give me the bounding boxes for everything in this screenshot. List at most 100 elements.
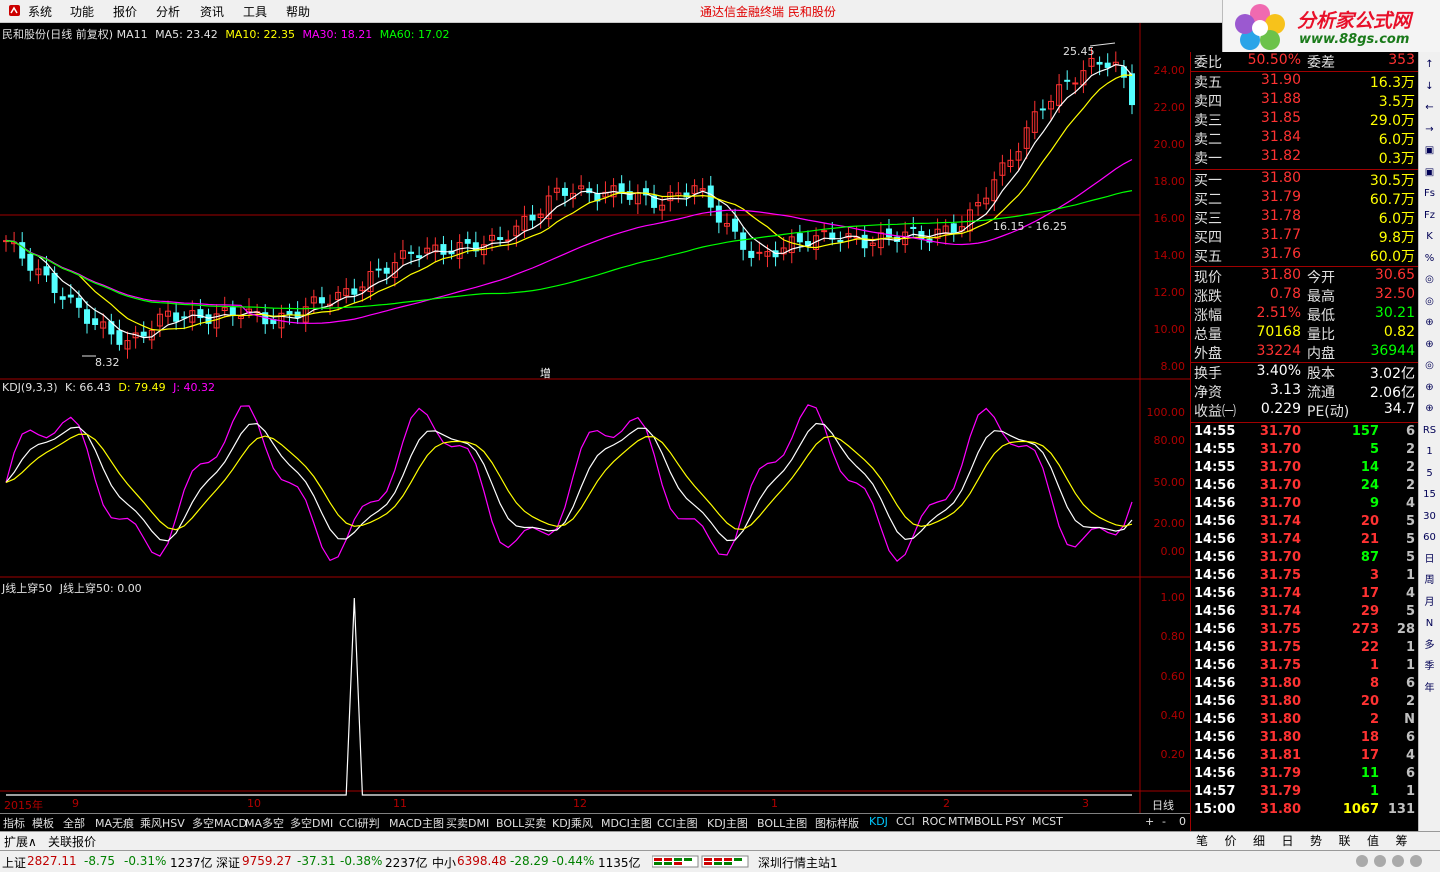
toolbar-button[interactable]: N bbox=[1421, 615, 1438, 632]
indicator-tab[interactable]: CCI主图 bbox=[657, 815, 698, 831]
toolbar-button[interactable]: 日 bbox=[1421, 551, 1438, 568]
status-bar: 上证 2827.11 -8.75 -0.31% 1237亿 深证 9759.27… bbox=[0, 850, 1440, 872]
toolbar-button[interactable]: Fs bbox=[1421, 185, 1438, 202]
indicator-tab[interactable]: BOLL主图 bbox=[757, 815, 807, 831]
candle-body bbox=[1129, 73, 1135, 106]
indicator-tab[interactable]: MA无痕 bbox=[95, 815, 134, 831]
quote-tabs: 笔价细日势联值筹 bbox=[1190, 831, 1420, 849]
tick-time: 14:56 bbox=[1194, 568, 1236, 583]
toolbar-button[interactable]: 周 bbox=[1421, 572, 1438, 589]
toolbar-button[interactable]: 15 bbox=[1421, 486, 1438, 503]
menu-system[interactable]: 系统 bbox=[28, 3, 52, 20]
indicator-tab[interactable]: 指标 bbox=[3, 815, 25, 831]
buy-row: 买一 31.80 30.5万 bbox=[1191, 170, 1419, 189]
toolbar-button[interactable]: 1 bbox=[1421, 443, 1438, 460]
indicator-tab[interactable]: KDJ主图 bbox=[707, 815, 748, 831]
toolbar-button[interactable]: ← bbox=[1421, 99, 1438, 116]
tick-price: 31.80 bbox=[1259, 730, 1301, 745]
toolbar-button[interactable]: ↓ bbox=[1421, 78, 1438, 95]
indicator-tab[interactable]: MDCI主图 bbox=[601, 815, 652, 831]
indicator-tab[interactable]: MACD主图 bbox=[389, 815, 444, 831]
menu-help[interactable]: 帮助 bbox=[286, 3, 310, 20]
indicator-tab[interactable]: PSY bbox=[1005, 815, 1025, 828]
menu-info[interactable]: 资讯 bbox=[200, 3, 224, 20]
tab-control-button[interactable]: + bbox=[1145, 815, 1154, 828]
toolbar-button[interactable]: 多 bbox=[1421, 637, 1438, 654]
toolbar-button[interactable]: ◎ bbox=[1421, 357, 1438, 374]
toolbar-button[interactable]: Fz bbox=[1421, 207, 1438, 224]
indicator-tab[interactable]: CCI bbox=[896, 815, 915, 828]
quote-tab[interactable]: 筹 bbox=[1396, 832, 1408, 849]
indicator-tab[interactable]: 模板 bbox=[32, 815, 54, 831]
indicator-tab[interactable]: BOLL bbox=[974, 815, 1002, 828]
quote-tab[interactable]: 联 bbox=[1339, 832, 1351, 849]
toolbar-button[interactable]: 30 bbox=[1421, 508, 1438, 525]
toolbar-button[interactable]: ▣ bbox=[1421, 142, 1438, 159]
toolbar-button[interactable]: K bbox=[1421, 228, 1438, 245]
indicator-tab[interactable]: BOLL买卖 bbox=[496, 815, 546, 831]
indicator-tab[interactable]: ROC bbox=[922, 815, 946, 828]
x-axis-label: 2 bbox=[943, 797, 950, 810]
quote-tab[interactable]: 势 bbox=[1310, 832, 1322, 849]
toolbar-button[interactable]: 季 bbox=[1421, 658, 1438, 675]
indicator-tab[interactable]: KDJ乘风 bbox=[552, 815, 593, 831]
period-label[interactable]: 日线 bbox=[1152, 797, 1174, 813]
indicator-tab[interactable]: 全部 bbox=[63, 815, 85, 831]
toolbar-button[interactable]: ◎ bbox=[1421, 271, 1438, 288]
indicator-tab[interactable]: 图标样版 bbox=[815, 815, 859, 831]
toolbar-button[interactable]: RS bbox=[1421, 422, 1438, 439]
tick-row: 14:56 31.79 11 6 bbox=[1191, 766, 1419, 784]
toolbar-button[interactable]: 5 bbox=[1421, 465, 1438, 482]
candle-body bbox=[286, 311, 293, 315]
toolbar-button[interactable]: 月 bbox=[1421, 594, 1438, 611]
indicator-tab[interactable]: 买卖DMI bbox=[446, 815, 489, 831]
menu-analysis[interactable]: 分析 bbox=[156, 3, 180, 20]
tick-volume: 20 bbox=[1360, 514, 1379, 529]
main-chart-legend: 民和股份(日线 前复权) MA11 MA5: 23.42 MA10: 22.35… bbox=[2, 26, 449, 42]
tab-control-button[interactable]: - bbox=[1162, 815, 1166, 828]
toolbar-button[interactable]: ▣ bbox=[1421, 164, 1438, 181]
tick-price: 31.75 bbox=[1259, 658, 1301, 673]
toolbar-button[interactable]: 60 bbox=[1421, 529, 1438, 546]
quote-tab[interactable]: 笔 bbox=[1196, 832, 1208, 849]
tick-time: 14:56 bbox=[1194, 766, 1236, 781]
signal-axis-tick-label: 0.60 bbox=[1160, 669, 1186, 683]
toolbar-button[interactable]: ⊕ bbox=[1421, 336, 1438, 353]
quote-tab[interactable]: 价 bbox=[1225, 832, 1237, 849]
indicator-tab[interactable]: 多空DMI bbox=[290, 815, 333, 831]
quote-tab[interactable]: 值 bbox=[1367, 832, 1379, 849]
station-name[interactable]: 深圳行情主站1 bbox=[758, 854, 838, 871]
related-quote-button[interactable]: 关联报价 bbox=[48, 833, 96, 850]
sz-change: -37.31 bbox=[297, 854, 336, 868]
buy-price: 31.76 bbox=[1260, 246, 1301, 262]
tab-control-button[interactable]: 0 bbox=[1179, 815, 1186, 828]
toolbar-button[interactable]: ◎ bbox=[1421, 293, 1438, 310]
expand-button[interactable]: 扩展∧ bbox=[4, 833, 37, 850]
indicator-tab[interactable]: CCI研判 bbox=[339, 815, 380, 831]
toolbar-button[interactable]: % bbox=[1421, 250, 1438, 267]
tick-volume: 5 bbox=[1369, 442, 1379, 457]
indicator-tab[interactable]: 乘风HSV bbox=[140, 815, 185, 831]
quote-tab[interactable]: 细 bbox=[1253, 832, 1265, 849]
kdj-legend: KDJ(9,3,3) K: 66.43 D: 79.49 J: 40.32 bbox=[2, 381, 215, 394]
quote-tab[interactable]: 日 bbox=[1282, 832, 1294, 849]
chart-area[interactable] bbox=[0, 23, 1190, 813]
menu-tools[interactable]: 工具 bbox=[243, 3, 267, 20]
toolbar-button[interactable]: ⊕ bbox=[1421, 379, 1438, 396]
indicator-tab[interactable]: 多空MACD bbox=[192, 815, 247, 831]
indicator-tab[interactable]: MTM bbox=[948, 815, 974, 828]
flower-logo-icon bbox=[1235, 4, 1285, 50]
toolbar-button[interactable]: 年 bbox=[1421, 680, 1438, 697]
indicator-tab[interactable]: MA多空 bbox=[245, 815, 284, 831]
candle-body bbox=[84, 309, 91, 324]
toolbar-button[interactable]: → bbox=[1421, 121, 1438, 138]
sell-price: 31.84 bbox=[1260, 129, 1301, 145]
indicator-tab[interactable]: MCST bbox=[1032, 815, 1063, 828]
toolbar-button[interactable]: ↑ bbox=[1421, 56, 1438, 73]
indicator-tab[interactable]: KDJ bbox=[869, 815, 888, 828]
menu-quote[interactable]: 报价 bbox=[113, 3, 137, 20]
toolbar-button[interactable]: ⊕ bbox=[1421, 314, 1438, 331]
sell-volume: 29.0万 bbox=[1369, 113, 1415, 129]
menu-function[interactable]: 功能 bbox=[70, 3, 94, 20]
toolbar-button[interactable]: ⊕ bbox=[1421, 400, 1438, 417]
